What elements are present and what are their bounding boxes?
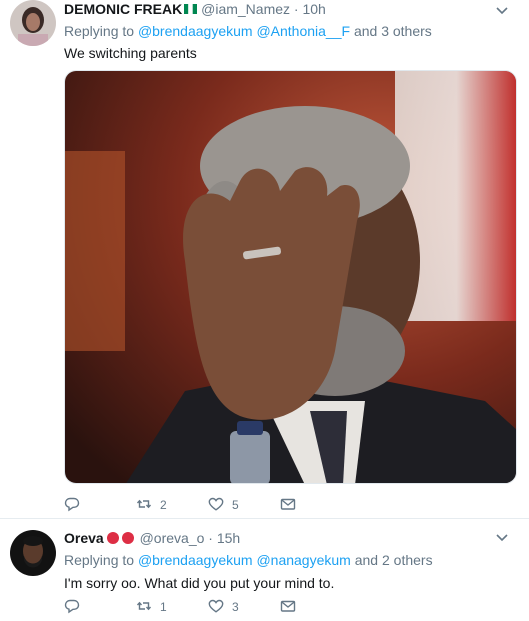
heart-icon bbox=[208, 598, 224, 617]
tweet-header: DEMONIC FREAK @iam_Namez · 10h bbox=[64, 1, 326, 17]
like-button[interactable]: 3 bbox=[208, 598, 280, 617]
replying-suffix[interactable]: and 2 others bbox=[351, 552, 433, 568]
replying-to: Replying to @brendaagyekum @Anthonia__F … bbox=[64, 23, 432, 39]
timestamp[interactable]: 10h bbox=[302, 1, 325, 17]
reply-icon bbox=[64, 598, 80, 617]
tweet-header: Oreva @oreva_o · 15h bbox=[64, 530, 240, 546]
display-name[interactable]: Oreva bbox=[64, 530, 104, 546]
replying-prefix: Replying to bbox=[64, 552, 138, 568]
mention-link[interactable]: @brendaagyekum bbox=[138, 552, 253, 568]
envelope-icon bbox=[280, 496, 296, 515]
mention-link[interactable]: @Anthonia__F bbox=[256, 23, 350, 39]
avatar[interactable] bbox=[10, 0, 56, 46]
tweet-actions: 2 5 bbox=[64, 496, 352, 514]
retweet-button[interactable]: 1 bbox=[136, 598, 208, 617]
tweet-photo[interactable] bbox=[64, 70, 517, 484]
avatar-image bbox=[10, 530, 56, 576]
timestamp[interactable]: 15h bbox=[217, 530, 240, 546]
handle[interactable]: @iam_Namez bbox=[201, 1, 290, 17]
reply-icon bbox=[64, 496, 80, 515]
reply-button[interactable] bbox=[64, 496, 136, 515]
tweet-text: I'm sorry oo. What did you put your mind… bbox=[64, 575, 335, 591]
avatar-image bbox=[10, 0, 56, 46]
retweet-count: 2 bbox=[160, 498, 167, 512]
replying-suffix[interactable]: and 3 others bbox=[350, 23, 432, 39]
like-count: 5 bbox=[232, 498, 239, 512]
tweet[interactable]: DEMONIC FREAK @iam_Namez · 10h Replying … bbox=[0, 0, 529, 519]
nigeria-flag-icon bbox=[182, 1, 198, 17]
avatar[interactable] bbox=[10, 530, 56, 576]
reply-button[interactable] bbox=[64, 598, 136, 617]
retweet-button[interactable]: 2 bbox=[136, 496, 208, 515]
tweet-actions: 1 3 bbox=[64, 598, 352, 616]
replying-to: Replying to @brendaagyekum @nanagyekum a… bbox=[64, 552, 433, 568]
replying-prefix: Replying to bbox=[64, 23, 138, 39]
handle[interactable]: @oreva_o bbox=[140, 530, 205, 546]
separator: · bbox=[208, 530, 213, 546]
message-button[interactable] bbox=[280, 598, 352, 617]
retweet-icon bbox=[136, 598, 152, 617]
chevron-down-icon[interactable] bbox=[495, 530, 509, 544]
photo-image bbox=[65, 71, 516, 483]
red-circle-icon bbox=[104, 530, 136, 546]
retweet-count: 1 bbox=[160, 600, 167, 614]
like-button[interactable]: 5 bbox=[208, 496, 280, 515]
display-name[interactable]: DEMONIC FREAK bbox=[64, 1, 182, 17]
chevron-down-icon[interactable] bbox=[495, 3, 509, 17]
retweet-icon bbox=[136, 496, 152, 515]
envelope-icon bbox=[280, 598, 296, 617]
mention-link[interactable]: @brendaagyekum bbox=[138, 23, 253, 39]
tweet-text: We switching parents bbox=[64, 45, 197, 61]
tweet[interactable]: Oreva @oreva_o · 15h Replying to @brenda… bbox=[0, 520, 529, 621]
like-count: 3 bbox=[232, 600, 239, 614]
mention-link[interactable]: @nanagyekum bbox=[256, 552, 350, 568]
heart-icon bbox=[208, 496, 224, 515]
message-button[interactable] bbox=[280, 496, 352, 515]
separator: · bbox=[293, 1, 299, 17]
